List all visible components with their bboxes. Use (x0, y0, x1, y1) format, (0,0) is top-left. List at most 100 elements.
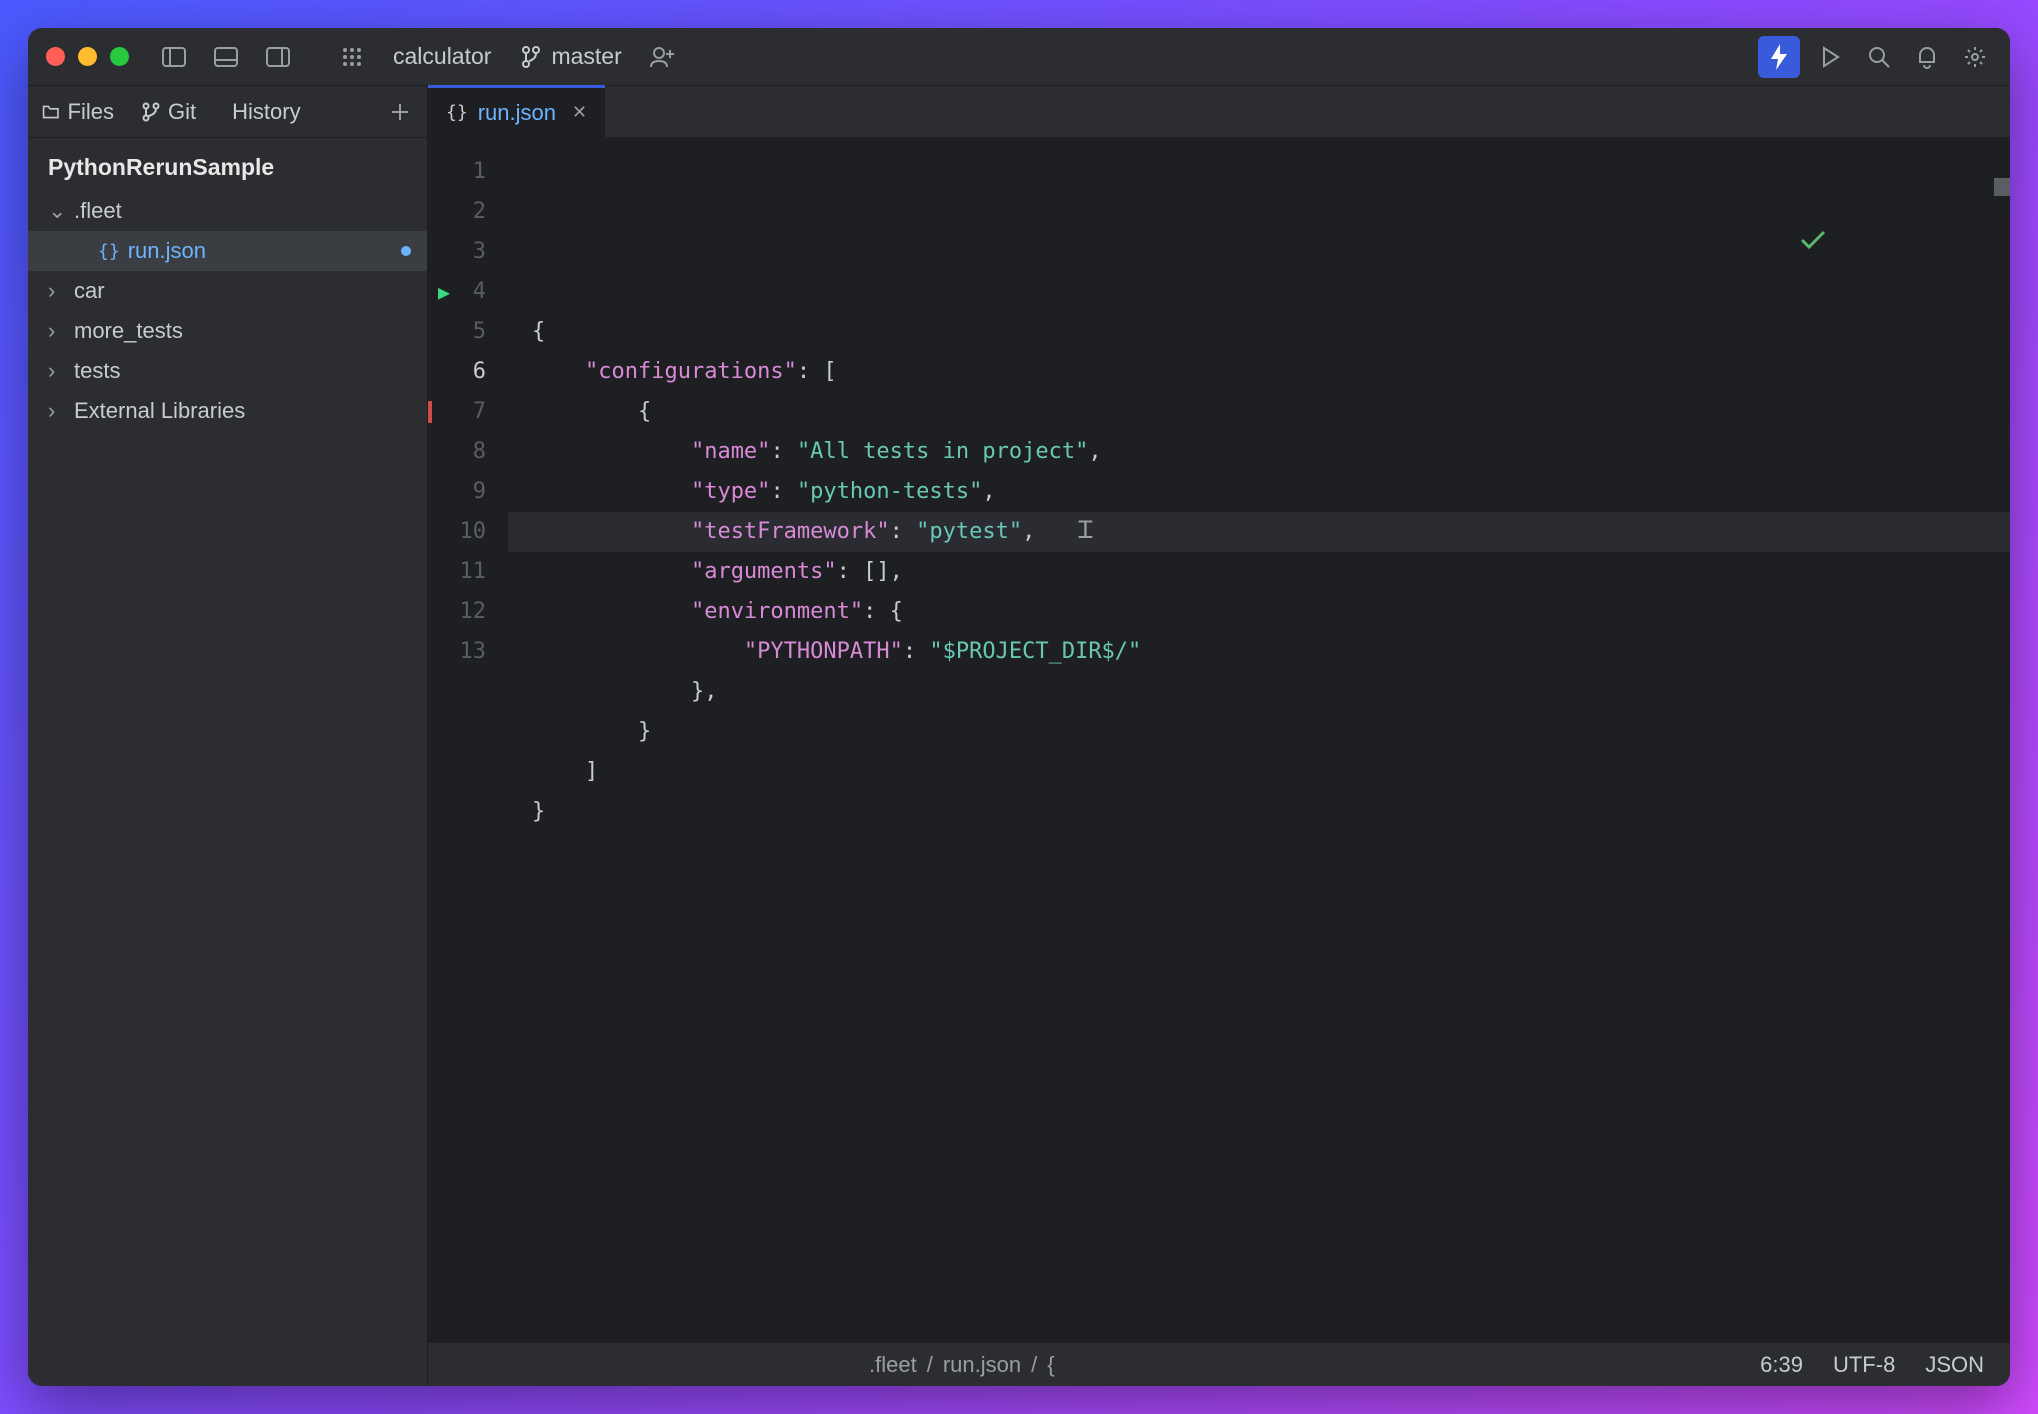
sidebar-add-tab-button[interactable] (381, 93, 419, 131)
breadcrumb-segment: run.json (943, 1352, 1021, 1378)
line-number: 11 (428, 552, 508, 592)
maximize-window-button[interactable] (110, 47, 129, 66)
line-number: 3 (428, 232, 508, 272)
error-stripe (428, 401, 432, 423)
line-number: 13 (428, 632, 508, 672)
tree-item-label: car (74, 278, 105, 304)
close-window-button[interactable] (46, 47, 65, 66)
tree-item-label: more_tests (74, 318, 183, 344)
json-icon: {} (98, 241, 120, 262)
search-icon[interactable] (1862, 40, 1896, 74)
branch-icon (521, 46, 541, 68)
close-tab-icon[interactable]: ✕ (572, 102, 587, 123)
panel-right-icon[interactable] (261, 40, 295, 74)
code-line[interactable]: "PYTHONPATH": "$PROJECT_DIR$/" (508, 632, 2010, 672)
code-line[interactable]: "configurations": [ (508, 352, 2010, 392)
app-window: calculator master (28, 28, 2010, 1386)
project-label: calculator (393, 43, 491, 70)
file-language[interactable]: JSON (1925, 1352, 1984, 1378)
ai-assistant-button[interactable] (1758, 36, 1800, 78)
code-line[interactable]: "testFramework": "pytest",Ꮖ (508, 512, 2010, 552)
code-line[interactable]: { (508, 392, 2010, 432)
line-number: 1 (428, 152, 508, 192)
chevron-right-icon: › (48, 398, 66, 424)
tree-folder-item[interactable]: › more_tests (28, 311, 427, 351)
plus-icon (391, 103, 409, 121)
sidebar-tabs: Files Git History (28, 86, 427, 138)
chevron-down-icon: ⌄ (48, 198, 66, 224)
code-line[interactable]: "arguments": [], (508, 552, 2010, 592)
inspection-ok-icon[interactable] (1800, 150, 1988, 330)
chevron-right-icon: › (48, 278, 66, 304)
code-line[interactable]: "name": "All tests in project", (508, 432, 2010, 472)
code-content[interactable]: { "configurations": [ { "name": "All tes… (508, 138, 2010, 1342)
line-number: 10 (428, 512, 508, 552)
tree-item-label: External Libraries (74, 398, 245, 424)
tree-folder-item[interactable]: ⌄ .fleet (28, 191, 427, 231)
file-tree: ⌄ .fleet {} run.json › car › more_tests › tests › E… (28, 191, 427, 1386)
sidebar: Files Git History PythonRerunSample ⌄ .fl… (28, 86, 428, 1386)
main-body: Files Git History PythonRerunSample ⌄ .fl… (28, 86, 2010, 1386)
panel-left-icon[interactable] (157, 40, 191, 74)
line-number: 6 (428, 352, 508, 392)
sidebar-tab-git[interactable]: Git (128, 86, 210, 137)
editor-tab-label: run.json (478, 100, 556, 126)
modified-indicator (401, 246, 411, 256)
file-encoding[interactable]: UTF-8 (1833, 1352, 1895, 1378)
code-line[interactable]: } (508, 712, 2010, 752)
code-editor[interactable]: 1234▶5678910111213 { "configurations": [… (428, 138, 2010, 1342)
editor-area: {} run.json ✕ 1234▶5678910111213 { "conf… (428, 86, 2010, 1386)
branch-selector[interactable]: master (515, 43, 627, 70)
run-gutter-icon[interactable]: ▶ (438, 272, 450, 312)
json-icon: {} (446, 102, 468, 123)
editor-tab-active[interactable]: {} run.json ✕ (428, 85, 605, 137)
window-controls (46, 47, 129, 66)
scrollbar-marker[interactable] (1994, 178, 2010, 196)
panel-bottom-icon[interactable] (209, 40, 243, 74)
sidebar-tab-files[interactable]: Files (28, 86, 128, 137)
project-name: PythonRerunSample (28, 138, 427, 191)
tree-file-item[interactable]: {} run.json (28, 231, 427, 271)
branch-label: master (551, 43, 621, 70)
line-number: 2 (428, 192, 508, 232)
notifications-icon[interactable] (1910, 40, 1944, 74)
breadcrumb[interactable]: .fleet / run.json / { (869, 1352, 1055, 1378)
settings-icon[interactable] (1958, 40, 1992, 74)
sidebar-tab-history[interactable]: History (210, 86, 310, 137)
statusbar: .fleet / run.json / { 6:39 UTF-8 JSON (428, 1342, 2010, 1386)
tree-folder-item[interactable]: › tests (28, 351, 427, 391)
branch-icon (142, 102, 160, 122)
tree-item-label: run.json (128, 238, 206, 264)
add-collaborator-icon[interactable] (646, 40, 680, 74)
code-line[interactable]: } (508, 792, 2010, 832)
apps-grid-icon[interactable] (335, 40, 369, 74)
line-number-gutter: 1234▶5678910111213 (428, 138, 508, 1342)
project-selector[interactable]: calculator (387, 43, 497, 70)
tree-folder-item[interactable]: › car (28, 271, 427, 311)
run-button[interactable] (1814, 40, 1848, 74)
line-number: 5 (428, 312, 508, 352)
titlebar: calculator master (28, 28, 2010, 86)
sidebar-tab-label: Files (68, 99, 114, 125)
code-line[interactable]: ] (508, 752, 2010, 792)
code-line[interactable]: { (508, 312, 2010, 352)
code-line[interactable]: "environment": { (508, 592, 2010, 632)
editor-tabs: {} run.json ✕ (428, 86, 2010, 138)
code-line[interactable]: "type": "python-tests", (508, 472, 2010, 512)
tree-item-label: tests (74, 358, 120, 384)
line-number: 8 (428, 432, 508, 472)
tree-folder-item[interactable]: › External Libraries (28, 391, 427, 431)
chevron-right-icon: › (48, 358, 66, 384)
breadcrumb-segment: .fleet (869, 1352, 917, 1378)
breadcrumb-separator: / (927, 1352, 933, 1378)
text-cursor-icon: Ꮖ (1078, 510, 1094, 550)
sidebar-tab-label: Git (168, 99, 196, 125)
minimize-window-button[interactable] (78, 47, 97, 66)
chevron-right-icon: › (48, 318, 66, 344)
tree-item-label: .fleet (74, 198, 122, 224)
line-number: 9 (428, 472, 508, 512)
code-line[interactable]: }, (508, 672, 2010, 712)
breadcrumb-separator: / (1031, 1352, 1037, 1378)
breadcrumb-segment: { (1047, 1352, 1054, 1378)
cursor-position[interactable]: 6:39 (1760, 1352, 1803, 1378)
